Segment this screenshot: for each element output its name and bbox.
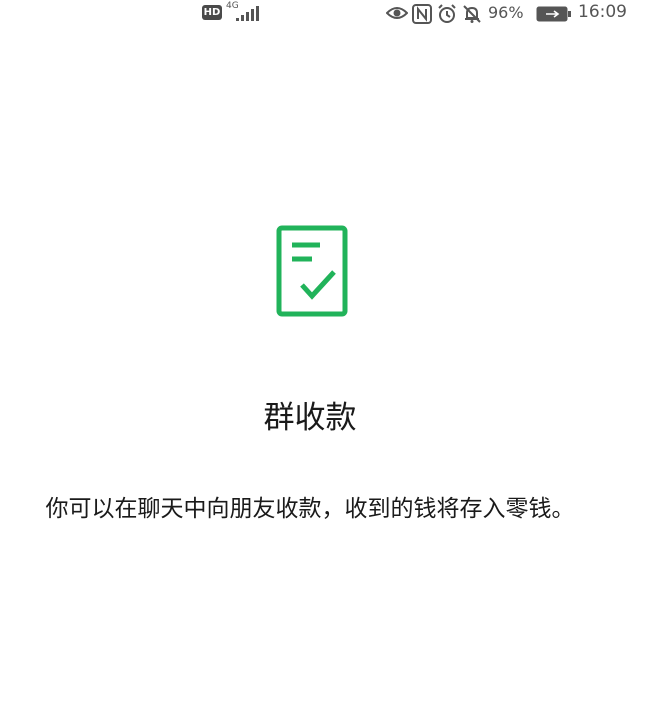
- nfc-icon: [412, 4, 432, 24]
- feature-description: 你可以在聊天中向朋友收款，收到的钱将存入零钱。: [45, 496, 575, 522]
- battery-charging-icon: [536, 6, 571, 22]
- eye-icon: [386, 7, 408, 19]
- feature-title: 群收款: [263, 400, 357, 436]
- receipt-check-icon: [276, 225, 348, 317]
- hd-badge: HD: [202, 5, 222, 20]
- status-bar: HD 4G 96% 16:09: [0, 0, 665, 30]
- bell-off-icon: [463, 5, 481, 23]
- clock: 16:09: [578, 2, 627, 22]
- battery-percent: 96%: [488, 3, 524, 22]
- alarm-clock-icon: [438, 4, 456, 23]
- signal-bars-icon: [236, 6, 259, 21]
